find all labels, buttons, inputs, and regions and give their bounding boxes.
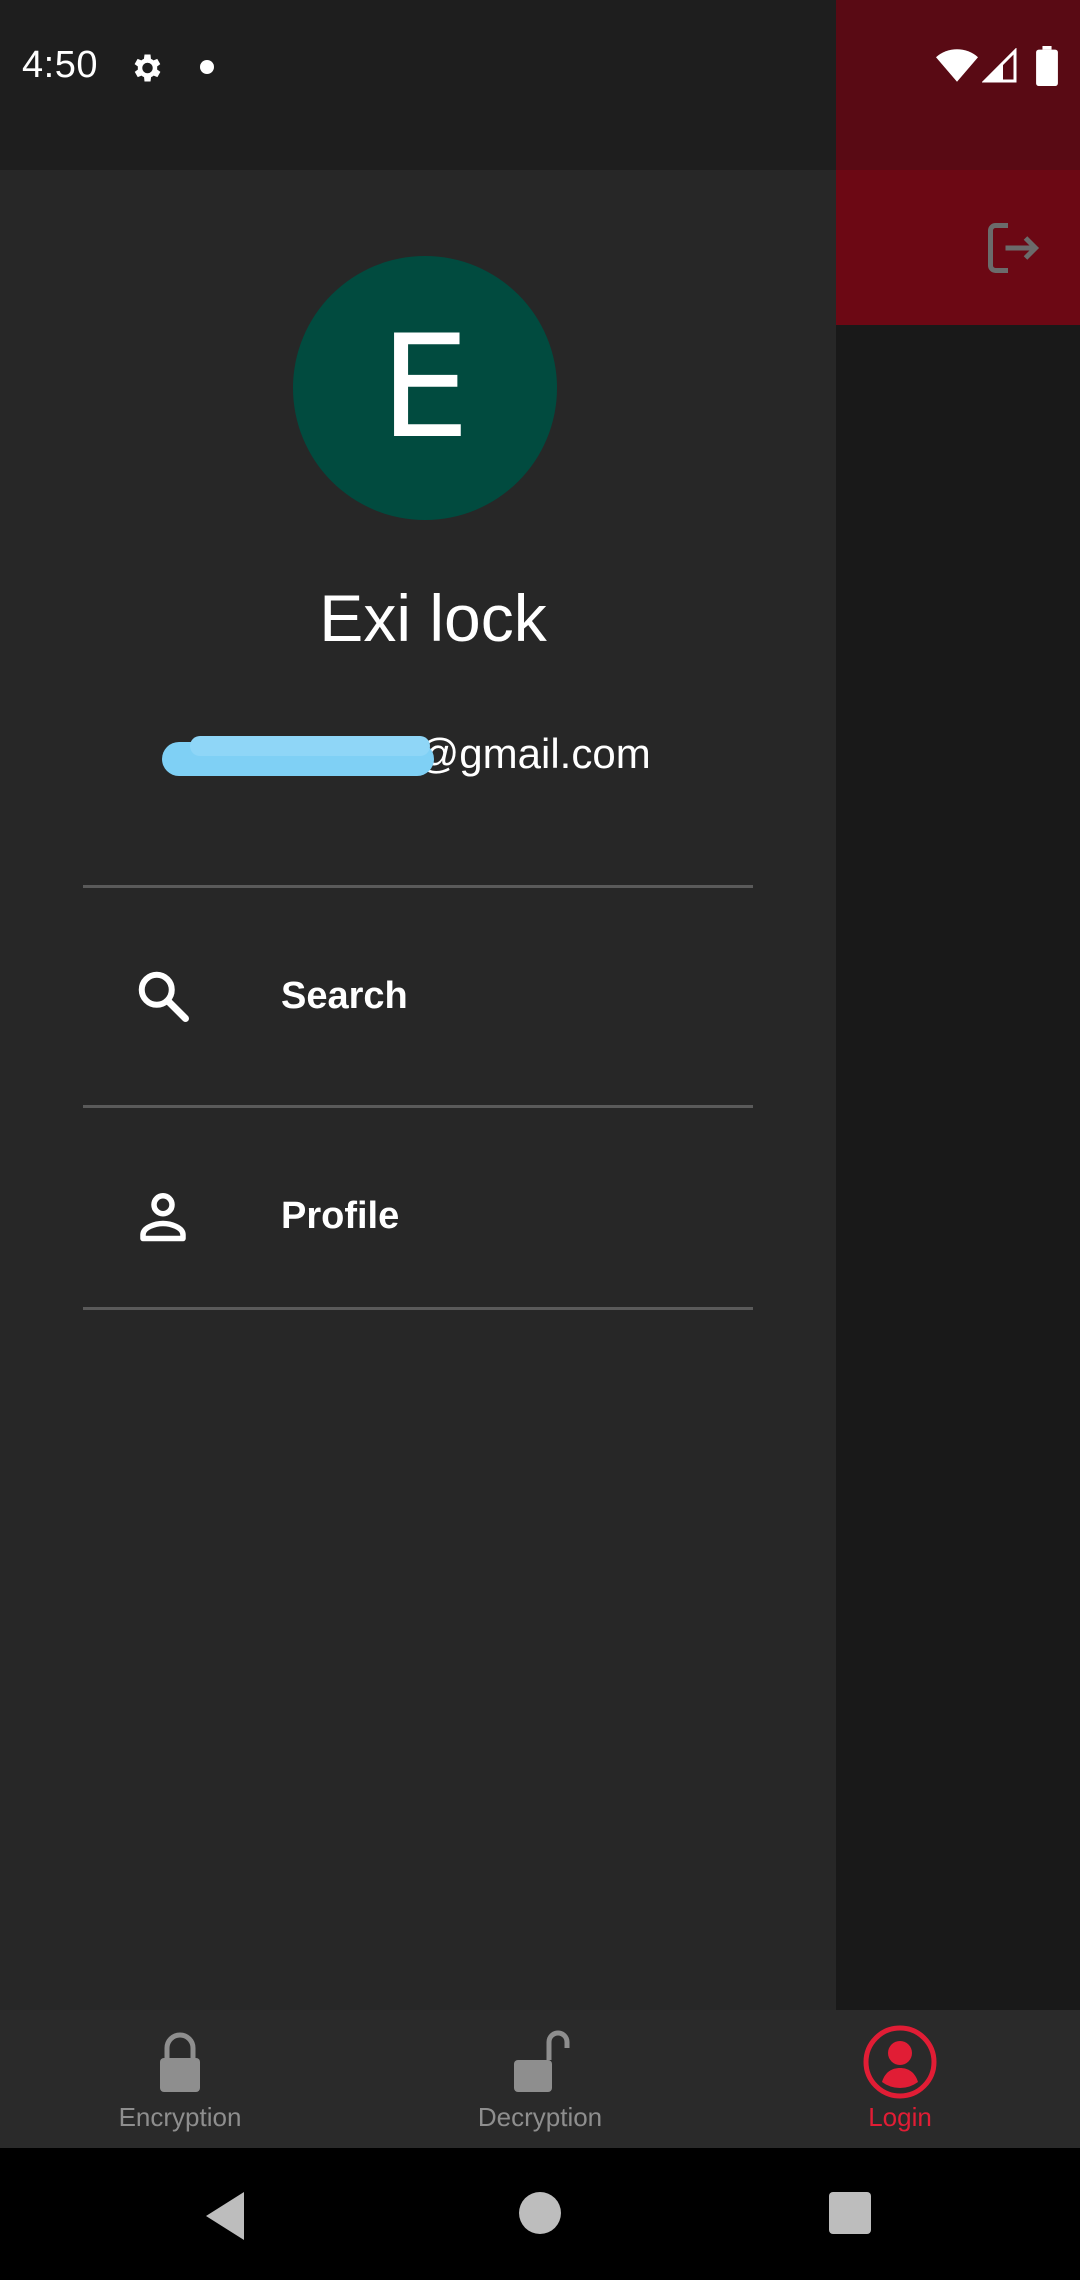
navigation-drawer: E Exi lock exilockofficial@gmail.com Sea… (0, 170, 836, 2010)
nav-item-encryption[interactable]: Encryption (0, 2010, 360, 2148)
battery-icon (1036, 46, 1058, 86)
avatar[interactable]: E (293, 256, 557, 520)
status-time: 4:50 (22, 44, 98, 86)
wifi-icon (936, 49, 978, 82)
menu-item-label: Search (281, 974, 408, 1017)
menu-item-profile[interactable]: Profile (83, 1108, 753, 1324)
recents-button[interactable] (829, 2192, 871, 2234)
bottom-navigation: Encryption Decryption Login (0, 2010, 1080, 2148)
nav-item-login[interactable]: Login (720, 2010, 1080, 2148)
lock-icon (160, 2032, 200, 2092)
logout-button[interactable] (980, 215, 1046, 281)
system-navigation-bar (0, 2148, 1080, 2280)
back-button[interactable] (200, 2188, 250, 2244)
signal-icon (982, 48, 1017, 83)
notification-dot (200, 60, 214, 74)
menu-item-search[interactable]: Search (83, 888, 753, 1104)
user-name: Exi lock (319, 581, 547, 655)
avatar-letter: E (380, 305, 470, 470)
nav-label: Encryption (118, 2102, 242, 2132)
nav-label: Login (868, 2102, 932, 2132)
search-icon (138, 971, 189, 1022)
divider (83, 1307, 753, 1310)
nav-label: Decryption (477, 2102, 603, 2132)
redaction-scribble (190, 736, 430, 756)
unlock-icon (514, 2030, 570, 2092)
gear-icon (134, 54, 161, 82)
account-circle-icon (863, 2025, 937, 2099)
logout-icon (988, 223, 1040, 273)
nav-item-decryption[interactable]: Decryption (360, 2010, 720, 2148)
home-button[interactable] (519, 2192, 561, 2234)
status-bar: 4:50 (0, 0, 1080, 170)
person-icon (140, 1193, 186, 1242)
status-bar-scrim (0, 0, 836, 170)
menu-item-label: Profile (281, 1194, 400, 1237)
